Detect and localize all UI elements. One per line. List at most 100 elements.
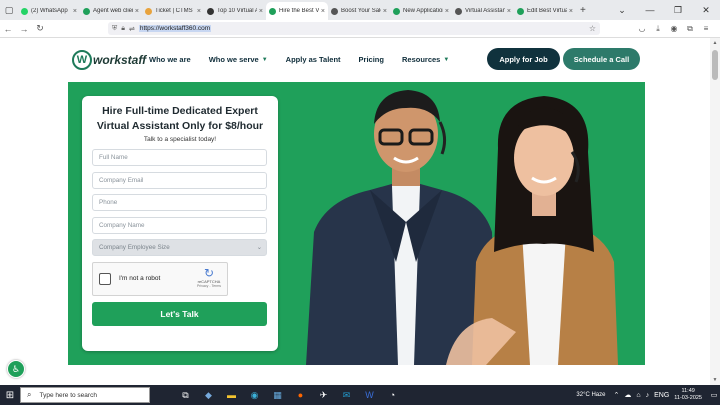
full-name-field[interactable]: Full Name <box>92 149 267 166</box>
scroll-up-icon[interactable]: ▲ <box>710 40 720 46</box>
tab-label: (2) WhatsApp <box>31 8 68 14</box>
tab-label: Edit Best Virtua <box>527 8 567 14</box>
account-icon[interactable]: ◉ <box>666 24 682 34</box>
close-tab-icon[interactable]: × <box>507 8 511 15</box>
close-tab-icon[interactable]: × <box>445 8 449 15</box>
forward-icon[interactable]: → <box>16 24 32 34</box>
weather-readout[interactable]: 32°C Haze <box>576 392 605 398</box>
browser-tab[interactable]: Ticket | CTMS × <box>142 2 204 20</box>
caret-down-icon: ▼ <box>443 56 450 63</box>
reload-icon[interactable]: ↻ <box>32 23 48 34</box>
menu-icon[interactable]: ≡ <box>698 24 714 34</box>
nav-label: Who we serve <box>208 55 259 64</box>
tray-overflow-icon[interactable]: ⌃ <box>613 391 619 399</box>
nav-label: Pricing <box>358 55 384 64</box>
close-tab-icon[interactable]: × <box>383 8 387 15</box>
scroll-down-icon[interactable]: ▼ <box>710 377 720 383</box>
nav-item-who-we-are[interactable]: Who we are <box>149 55 191 64</box>
accessibility-widget-icon[interactable]: ♿︎ <box>7 360 25 378</box>
workstaff-logo[interactable]: W workstaff <box>72 50 146 70</box>
nav-item-pricing[interactable]: Pricing <box>359 55 384 64</box>
clock-time: 11:49 <box>681 388 695 394</box>
browser-tab[interactable]: Top 10 Virtual A × <box>204 2 266 20</box>
back-icon[interactable]: ← <box>0 24 16 34</box>
recaptcha-brand: reCAPTCHA <box>197 278 221 284</box>
nav-item-who-we-serve[interactable]: Who we serve ▼ <box>209 55 268 64</box>
caret-down-icon: ▼ <box>261 56 268 63</box>
volume-icon[interactable]: ♪ <box>646 392 650 399</box>
employee-size-select[interactable]: Company Employee Size ⌄ <box>92 239 267 256</box>
form-title-line: Hire Full-time Dedicated Expert <box>102 105 258 117</box>
close-tab-icon[interactable]: × <box>197 8 201 15</box>
tab-overflow-icon[interactable]: ⌄ <box>608 5 636 16</box>
pocket-icon[interactable]: ◡ <box>634 24 650 34</box>
store-icon[interactable]: ▦ <box>266 390 289 401</box>
browser-tab[interactable]: Virtual Assistant × <box>452 2 514 20</box>
close-tab-icon[interactable]: × <box>569 8 573 15</box>
outlook-icon[interactable]: ✉ <box>335 390 358 401</box>
edge-icon[interactable]: ◉ <box>243 390 266 401</box>
network-icon[interactable]: ⌂ <box>636 392 640 399</box>
bookmark-star-icon[interactable]: ☆ <box>589 24 596 33</box>
tab-favicon <box>393 7 400 15</box>
recaptcha-terms-link[interactable]: Privacy - Terms <box>197 284 221 288</box>
recaptcha-icon: ↻ <box>203 265 214 280</box>
downloads-icon[interactable]: ⤓ <box>650 24 666 34</box>
permissions-icon[interactable]: ⇌ <box>129 25 135 33</box>
apply-for-job-button[interactable]: Apply for Job <box>487 48 560 70</box>
schedule-call-button[interactable]: Schedule a Call <box>563 48 640 70</box>
tab-list-icon[interactable]: ▢ <box>0 0 18 20</box>
browser-tab[interactable]: Boost Your Sales × <box>328 2 390 20</box>
pin-icon[interactable]: ✈ <box>312 390 335 401</box>
browser-tab[interactable]: Agent web clien × <box>80 2 142 20</box>
url-text[interactable]: https://workstaff360.com <box>138 25 212 32</box>
file-explorer-icon[interactable]: ▬ <box>220 390 243 401</box>
new-tab-icon[interactable]: + <box>580 5 586 16</box>
extensions-icon[interactable]: ⧉ <box>682 24 698 34</box>
close-window-icon[interactable]: ✕ <box>692 5 720 16</box>
copilot-icon[interactable]: ◆ <box>197 390 220 401</box>
nav-item-apply-as-talent[interactable]: Apply as Talent <box>286 55 341 64</box>
language-indicator[interactable]: ENG <box>654 392 669 399</box>
page-scrollbar[interactable]: ▲ ▼ <box>710 38 720 385</box>
close-tab-icon[interactable]: × <box>73 8 77 15</box>
tab-favicon <box>517 7 524 15</box>
browser-tab[interactable]: New Application × <box>390 2 452 20</box>
firefox-icon[interactable]: ● <box>289 390 312 401</box>
shield-icon[interactable]: ⛨ <box>112 25 117 33</box>
taskbar-search-input[interactable]: ⌕ Type here to search <box>20 387 150 403</box>
close-tab-icon[interactable]: × <box>321 8 325 15</box>
nav-label: Apply as Talent <box>285 55 341 64</box>
browser-addressbar: ← → ↻ ⛨ 🔒︎ ⇌ https://workstaff360.com ☆ … <box>0 20 720 38</box>
tab-label: New Application <box>403 8 443 14</box>
browser-tab-active[interactable]: Hire the Best Vi × <box>266 2 328 20</box>
tab-favicon <box>455 7 462 15</box>
notification-icon[interactable]: ▭ <box>708 391 720 399</box>
chevron-down-icon: ⌄ <box>256 244 262 251</box>
browser-tabbar: ▢ (2) WhatsApp × Agent web clien × Ticke… <box>0 0 720 20</box>
lock-icon[interactable]: 🔒︎ <box>121 25 125 33</box>
onedrive-icon[interactable]: ☁ <box>624 391 631 399</box>
restore-icon[interactable]: ❐ <box>664 5 692 16</box>
browser-tab[interactable]: (2) WhatsApp × <box>18 2 80 20</box>
tab-favicon <box>145 7 152 15</box>
lets-talk-button[interactable]: Let's Talk <box>92 301 267 326</box>
phone-field[interactable]: Phone <box>92 194 267 211</box>
close-tab-icon[interactable]: × <box>259 8 263 15</box>
company-email-field[interactable]: Company Email <box>92 171 267 189</box>
task-view-icon[interactable]: ⧉ <box>174 390 197 401</box>
browser-tab[interactable]: Edit Best Virtua × <box>514 2 576 20</box>
scrollbar-thumb[interactable] <box>712 50 718 80</box>
taskbar-clock[interactable]: 11:49 11-03-2025 <box>674 388 702 402</box>
hero-people-photo <box>306 90 618 365</box>
company-name-field[interactable]: Company Name <box>92 216 267 234</box>
minimize-icon[interactable]: — <box>636 5 664 16</box>
windows-start-icon[interactable]: ⊞ <box>0 390 20 401</box>
word-icon[interactable]: W <box>358 390 381 401</box>
nav-item-resources[interactable]: Resources ▼ <box>402 55 449 64</box>
close-tab-icon[interactable]: × <box>135 8 139 15</box>
url-bar[interactable]: ⛨ 🔒︎ ⇌ https://workstaff360.com ☆ <box>108 22 600 35</box>
active-app-icon[interactable]: ◔ <box>381 390 404 401</box>
tab-label: Virtual Assistant <box>465 8 505 14</box>
recaptcha-checkbox[interactable] <box>99 272 111 285</box>
